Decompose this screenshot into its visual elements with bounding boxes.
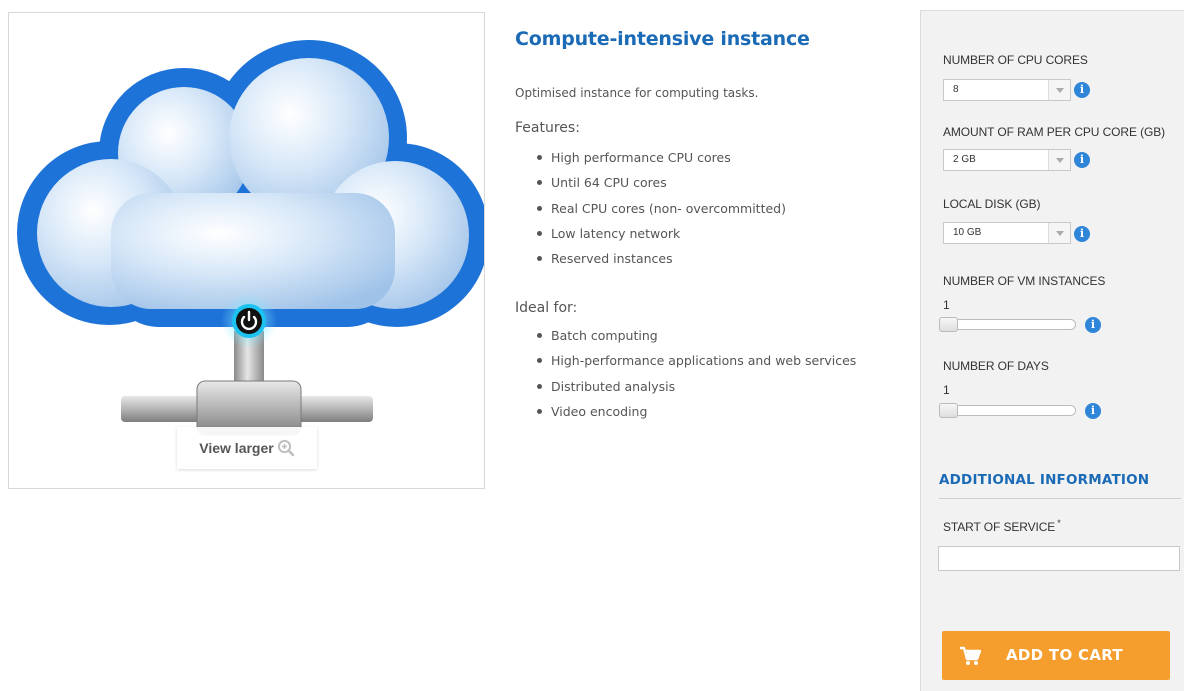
- chevron-down-icon: [1048, 80, 1070, 100]
- zoom-in-icon: [277, 439, 295, 457]
- vm-instances-label: NUMBER OF VM INSTANCES: [943, 274, 1106, 288]
- ram-per-core-label: AMOUNT OF RAM PER CPU CORE (GB): [943, 125, 1166, 139]
- cpu-cores-select[interactable]: 8: [943, 79, 1071, 101]
- chevron-down-icon: [1048, 223, 1070, 243]
- vm-instances-value: 1: [943, 298, 950, 312]
- add-to-cart-label: ADD TO CART: [1006, 646, 1123, 664]
- days-value: 1: [943, 383, 950, 397]
- features-list: High performance CPU cores Until 64 CPU …: [537, 149, 786, 275]
- ram-per-core-select[interactable]: 2 GB: [943, 149, 1071, 171]
- list-item: High-performance applications and web se…: [537, 352, 856, 377]
- list-item: Low latency network: [537, 225, 786, 250]
- start-of-service-label: START OF SERVICE *: [943, 518, 1061, 534]
- ideal-for-heading: Ideal for:: [515, 300, 578, 316]
- vm-instances-slider[interactable]: [939, 317, 1076, 332]
- info-icon[interactable]: i: [1074, 226, 1090, 242]
- slider-handle[interactable]: [939, 403, 958, 418]
- options-sidebar: NUMBER OF CPU CORES 8 i AMOUNT OF RAM PE…: [920, 10, 1184, 691]
- days-slider[interactable]: [939, 403, 1076, 418]
- info-icon[interactable]: i: [1085, 403, 1101, 419]
- view-larger-label: View larger: [199, 440, 274, 456]
- local-disk-label: LOCAL DISK (GB): [943, 197, 1041, 211]
- info-icon[interactable]: i: [1085, 317, 1101, 333]
- list-item: Reserved instances: [537, 250, 786, 275]
- list-item: Distributed analysis: [537, 378, 856, 403]
- product-image-panel[interactable]: View larger: [8, 12, 485, 489]
- view-larger-button[interactable]: View larger: [177, 427, 317, 469]
- list-item: Real CPU cores (non- overcommitted): [537, 200, 786, 225]
- product-description: Compute-intensive instance Optimised ins…: [515, 28, 905, 419]
- chevron-down-icon: [1048, 150, 1070, 170]
- local-disk-value: 10 GB: [953, 227, 982, 238]
- list-item: Until 64 CPU cores: [537, 174, 786, 199]
- ram-per-core-value: 2 GB: [953, 154, 976, 165]
- cpu-cores-label: NUMBER OF CPU CORES: [943, 53, 1088, 67]
- days-label: NUMBER OF DAYS: [943, 359, 1049, 373]
- info-icon[interactable]: i: [1074, 82, 1090, 98]
- cloud-server-image: [17, 40, 484, 436]
- cart-icon: [960, 646, 981, 665]
- page-title: Compute-intensive instance: [515, 28, 810, 50]
- list-item: Batch computing: [537, 327, 856, 352]
- local-disk-select[interactable]: 10 GB: [943, 222, 1071, 244]
- product-summary: Optimised instance for computing tasks.: [515, 86, 759, 100]
- ideal-for-list: Batch computing High-performance applica…: [537, 327, 856, 428]
- start-of-service-text: START OF SERVICE: [943, 520, 1056, 534]
- slider-handle[interactable]: [939, 317, 958, 332]
- features-heading: Features:: [515, 120, 580, 136]
- list-item: High performance CPU cores: [537, 149, 786, 174]
- add-to-cart-button[interactable]: ADD TO CART: [942, 631, 1170, 680]
- divider: [939, 498, 1181, 499]
- list-item: Video encoding: [537, 403, 856, 428]
- additional-info-heading: ADDITIONAL INFORMATION: [939, 472, 1150, 488]
- cpu-cores-value: 8: [953, 84, 959, 95]
- info-icon[interactable]: i: [1074, 152, 1090, 168]
- start-of-service-field[interactable]: [938, 546, 1180, 571]
- required-mark: *: [1057, 518, 1061, 528]
